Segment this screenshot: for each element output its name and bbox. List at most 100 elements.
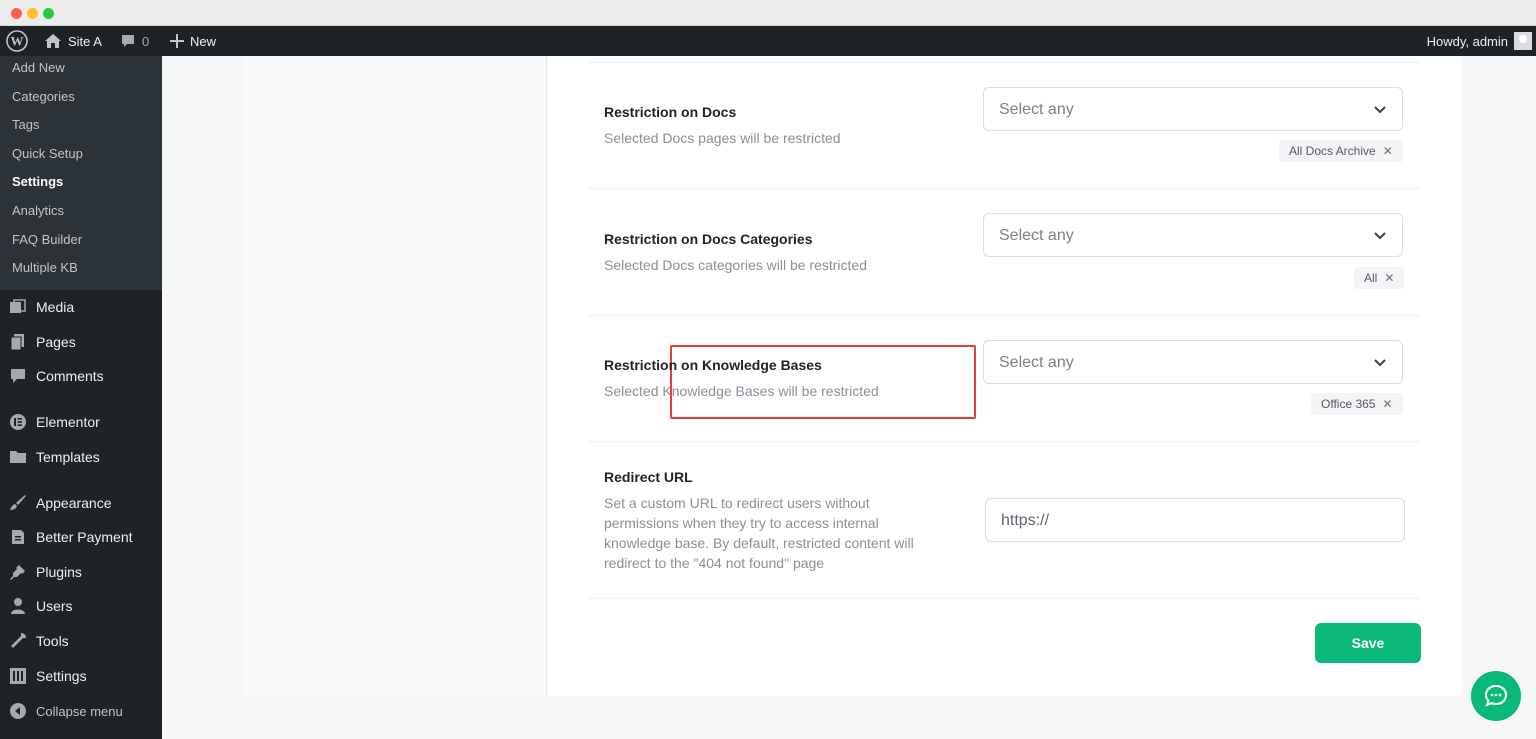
menu-comments[interactable]: Comments (0, 359, 162, 393)
submenu-faq-builder[interactable]: FAQ Builder (0, 228, 162, 257)
docs-restriction-select[interactable]: Select any (983, 87, 1403, 131)
settings-nav-column (242, 56, 547, 696)
maximize-window-button[interactable] (43, 8, 54, 19)
settings-icon (0, 667, 36, 685)
menu-tools[interactable]: Tools (0, 624, 162, 658)
main-content: Restriction on Docs Selected Docs pages … (162, 56, 1536, 739)
comments-icon (0, 368, 36, 384)
user-icon (0, 597, 36, 615)
redirect-desc-line: Set a custom URL to redirect users witho… (604, 495, 870, 511)
select-placeholder: Select any (999, 227, 1074, 244)
kb-restriction-desc: Selected Knowledge Bases will be restric… (604, 383, 879, 399)
svg-text:W: W (11, 34, 24, 49)
submenu-multiple-kb[interactable]: Multiple KB (0, 256, 162, 285)
wrench-icon (0, 632, 36, 650)
categories-restriction-select[interactable]: Select any (983, 213, 1403, 257)
menu-label: Users (36, 598, 73, 614)
select-placeholder: Select any (999, 101, 1074, 118)
chat-bubble-icon (1484, 684, 1508, 707)
chevron-down-icon (1374, 359, 1386, 367)
chevron-down-icon (1374, 106, 1386, 114)
remove-tag-icon[interactable]: ✕ (1382, 397, 1392, 411)
menu-elementor[interactable]: Elementor (0, 405, 162, 439)
tag-label: All (1364, 271, 1378, 285)
categories-restriction-title: Restriction on Docs Categories (604, 231, 813, 247)
selected-tag: Office 365 ✕ (1311, 393, 1403, 415)
menu-label: Plugins (36, 564, 82, 580)
collapse-menu-button[interactable]: Collapse menu (0, 694, 162, 728)
admin-sidebar: Add New Categories Tags Quick Setup Sett… (0, 56, 162, 739)
submenu: Add New Categories Tags Quick Setup Sett… (0, 56, 162, 290)
redirect-url-value: https:// (1001, 512, 1050, 529)
brush-icon (0, 494, 36, 512)
menu-label: Appearance (36, 495, 112, 511)
menu-label: Templates (36, 449, 100, 465)
menu-users[interactable]: Users (0, 589, 162, 623)
divider (588, 315, 1420, 316)
tag-label: All Docs Archive (1289, 144, 1376, 158)
redirect-url-input[interactable]: https:// (985, 498, 1405, 542)
kb-restriction-select[interactable]: Select any (983, 340, 1403, 384)
menu-settings[interactable]: Settings (0, 659, 162, 693)
wordpress-logo-icon[interactable]: W (6, 26, 28, 56)
menu-label: Elementor (36, 414, 100, 430)
chat-support-button[interactable] (1471, 671, 1521, 721)
submenu-settings[interactable]: Settings (0, 170, 162, 199)
plus-icon (170, 34, 184, 48)
media-icon (0, 299, 36, 315)
site-name: Site A (68, 33, 102, 49)
selected-tag: All Docs Archive ✕ (1279, 140, 1403, 162)
redirect-url-desc: Set a custom URL to redirect users witho… (604, 493, 914, 573)
redirect-desc-line: knowledge base. By default, restricted c… (604, 535, 914, 551)
divider (588, 62, 1420, 63)
submenu-quick-setup[interactable]: Quick Setup (0, 142, 162, 171)
pages-icon (0, 333, 36, 351)
menu-label: Settings (36, 668, 87, 684)
categories-restriction-desc: Selected Docs categories will be restric… (604, 257, 868, 273)
save-button[interactable]: Save (1315, 623, 1421, 663)
submenu-analytics[interactable]: Analytics (0, 199, 162, 228)
admin-bar-new[interactable]: New (170, 26, 216, 56)
menu-label: Pages (36, 334, 76, 350)
collapse-label: Collapse menu (36, 703, 123, 719)
menu-better-payment[interactable]: Better Payment (0, 520, 162, 554)
submenu-categories[interactable]: Categories (0, 85, 162, 114)
avatar (1514, 32, 1532, 50)
settings-panel: Restriction on Docs Selected Docs pages … (242, 56, 1462, 696)
menu-label: Tools (36, 633, 69, 649)
chevron-down-icon (1374, 232, 1386, 240)
close-window-button[interactable] (11, 8, 22, 19)
selected-tag: All ✕ (1354, 267, 1405, 289)
elementor-icon (0, 413, 36, 431)
comment-bubble-icon (122, 35, 134, 47)
minimize-window-button[interactable] (27, 8, 38, 19)
menu-label: Comments (36, 368, 104, 384)
menu-label: Better Payment (36, 529, 133, 545)
remove-tag-icon[interactable]: ✕ (1383, 144, 1393, 158)
submenu-tags[interactable]: Tags (0, 113, 162, 142)
menu-label: Media (36, 299, 75, 315)
menu-appearance[interactable]: Appearance (0, 486, 162, 520)
docs-restriction-title: Restriction on Docs (604, 104, 737, 120)
menu-media[interactable]: Media (0, 290, 162, 324)
new-label: New (190, 33, 217, 49)
admin-bar-account[interactable]: Howdy, admin (1427, 26, 1532, 56)
admin-bar: W Site A 0 New Howdy, admin (0, 26, 1536, 56)
tag-label: Office 365 (1321, 397, 1376, 411)
comments-count: 0 (142, 33, 150, 49)
menu-plugins[interactable]: Plugins (0, 555, 162, 589)
plug-icon (0, 563, 36, 581)
redirect-url-title: Redirect URL (604, 469, 693, 485)
submenu-add-new[interactable]: Add New (0, 56, 162, 85)
howdy-text: Howdy, admin (1426, 33, 1508, 49)
menu-templates[interactable]: Templates (0, 440, 162, 474)
divider (588, 441, 1420, 442)
kb-restriction-title: Restriction on Knowledge Bases (604, 357, 822, 373)
admin-bar-comments[interactable]: 0 (120, 26, 149, 56)
menu-pages[interactable]: Pages (0, 325, 162, 359)
divider (588, 598, 1420, 599)
docs-restriction-desc: Selected Docs pages will be restricted (604, 130, 841, 146)
redirect-desc-line: redirect to the "404 not found" page (604, 555, 825, 571)
admin-bar-site-link[interactable]: Site A (44, 26, 102, 56)
remove-tag-icon[interactable]: ✕ (1384, 271, 1394, 285)
